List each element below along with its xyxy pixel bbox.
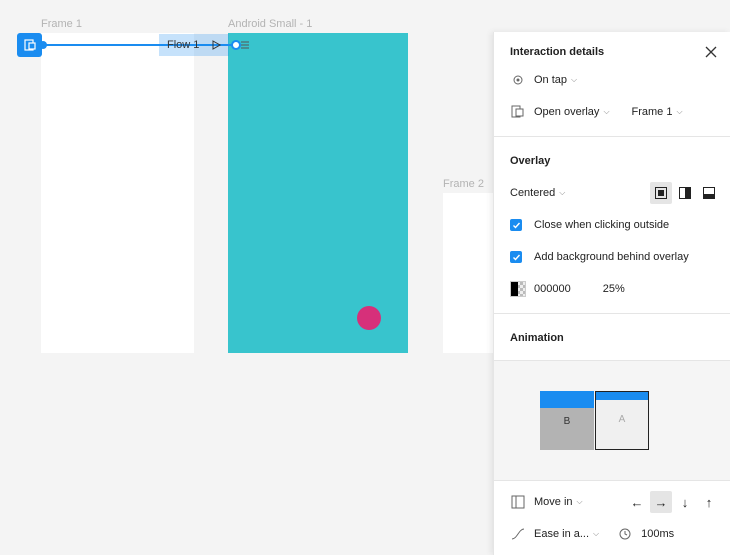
divider: [494, 360, 730, 361]
divider: [494, 136, 730, 137]
action-value: Open overlay: [534, 106, 600, 118]
chevron-down-icon: ⌵: [571, 75, 578, 84]
trigger-dropdown[interactable]: On tap ⌵: [534, 74, 577, 86]
overlay-bottom-icon: [703, 187, 715, 199]
easing-dropdown[interactable]: Ease in a... ⌵: [534, 528, 599, 540]
direction-right-button[interactable]: →: [650, 491, 672, 513]
chevron-down-icon: ⌵: [676, 107, 683, 116]
trigger-value: On tap: [534, 74, 568, 86]
check-icon: [512, 222, 520, 229]
check-icon: [512, 254, 520, 261]
pink-circle[interactable]: [357, 306, 381, 330]
transition-value: Move in: [534, 496, 573, 508]
android-frame-label: Android Small - 1: [228, 18, 313, 30]
background-opacity-value[interactable]: 25%: [603, 283, 625, 295]
position-dropdown[interactable]: Centered ⌵: [510, 187, 565, 199]
add-background-label: Add background behind overlay: [534, 251, 689, 263]
position-bottom-button[interactable]: [698, 182, 720, 204]
duration-value[interactable]: 100ms: [641, 528, 674, 540]
chevron-down-icon: ⌵: [593, 529, 600, 538]
animation-section-title: Animation: [510, 332, 564, 344]
overlay-marker-icon: [241, 41, 249, 49]
destination-dropdown[interactable]: Frame 1 ⌵: [632, 106, 683, 118]
transition-icon: [510, 494, 526, 510]
frame2-label: Frame 2: [443, 178, 484, 190]
background-color-value[interactable]: 000000: [534, 283, 571, 295]
play-icon: [212, 40, 221, 50]
destination-value: Frame 1: [631, 106, 673, 118]
position-center-button[interactable]: [650, 182, 672, 204]
trigger-icon: [510, 72, 526, 88]
chevron-down-icon: ⌵: [559, 188, 566, 197]
direction-left-button[interactable]: ←: [626, 491, 648, 513]
chevron-down-icon: ⌵: [603, 107, 610, 116]
flow-label: Flow 1: [167, 39, 200, 51]
preview-a-label: A: [618, 414, 626, 425]
clock-icon: [617, 526, 633, 542]
close-outside-label: Close when clicking outside: [534, 219, 670, 231]
panel-title: Interaction details: [510, 46, 605, 58]
flow-start-knob[interactable]: [39, 41, 47, 49]
easing-value: Ease in a...: [534, 528, 590, 540]
direction-up-button[interactable]: ↑: [698, 491, 720, 513]
interaction-details-panel: Interaction details On tap ⌵ Open overla…: [493, 32, 730, 555]
action-icon: [510, 104, 526, 120]
android-small-frame[interactable]: [228, 33, 408, 353]
close-button[interactable]: [702, 43, 720, 61]
add-background-checkbox[interactable]: [510, 251, 522, 263]
close-outside-row[interactable]: Close when clicking outside: [510, 215, 720, 235]
direction-down-button[interactable]: ↓: [674, 491, 696, 513]
chevron-down-icon: ⌵: [576, 497, 583, 506]
flow-label-pill[interactable]: Flow 1: [159, 34, 229, 56]
frame1-label: Frame 1: [41, 18, 82, 30]
background-color-swatch[interactable]: [510, 281, 526, 297]
preview-b-label: B: [563, 416, 571, 427]
position-right-button[interactable]: [674, 182, 696, 204]
overlay-section-title: Overlay: [510, 155, 551, 167]
position-value: Centered: [510, 187, 556, 199]
close-icon: [705, 46, 717, 58]
add-background-row[interactable]: Add background behind overlay: [510, 247, 720, 267]
transition-dropdown[interactable]: Move in ⌵: [534, 496, 583, 508]
overlay-right-icon: [679, 187, 691, 199]
divider: [494, 480, 730, 481]
animation-preview: B A: [494, 360, 730, 480]
overlay-center-icon: [655, 187, 667, 199]
divider: [494, 313, 730, 314]
preview-frame-b: B: [540, 391, 594, 450]
preview-frame-a: A: [595, 391, 649, 450]
action-dropdown[interactable]: Open overlay ⌵: [534, 106, 610, 118]
easing-curve-icon: [510, 526, 526, 542]
frame1[interactable]: [41, 33, 194, 353]
close-outside-checkbox[interactable]: [510, 219, 522, 231]
device-icon: [23, 39, 36, 51]
